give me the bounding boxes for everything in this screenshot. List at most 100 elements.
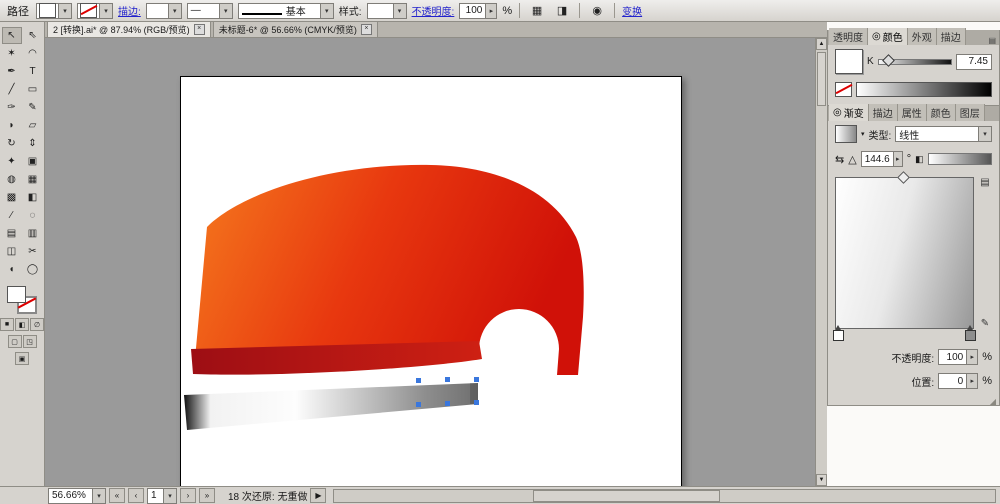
tool-13[interactable]: ⇕ [23, 135, 43, 152]
tool-22[interactable]: ▤ [2, 225, 22, 242]
document-tab-1[interactable]: 2 [转换].ai* @ 87.94% (RGB/预览) × [47, 21, 211, 37]
k-slider-thumb[interactable] [882, 54, 895, 67]
tool-11[interactable]: ▱ [23, 117, 43, 134]
angle-field[interactable]: 144.6 ▸ [861, 151, 903, 167]
tool-15[interactable]: ▣ [23, 153, 43, 170]
tool-16[interactable]: ◍ [2, 171, 22, 188]
opacity-field[interactable]: 100 ▸ [459, 3, 497, 19]
stepper-icon[interactable]: ▸ [485, 4, 496, 18]
tool-0[interactable]: ↖ [2, 27, 22, 44]
gradient-midpoint-marker[interactable] [897, 171, 910, 184]
selection-handle[interactable] [416, 378, 421, 383]
mini-gradient-ramp[interactable] [928, 153, 992, 165]
close-icon[interactable]: × [194, 24, 205, 35]
tool-3[interactable]: ◠ [23, 45, 43, 62]
tool-2[interactable]: ✶ [2, 45, 22, 62]
last-artboard-icon[interactable]: » [199, 488, 215, 503]
tool-18[interactable]: ▩ [2, 189, 22, 206]
zoom-dropdown[interactable]: 56.66% ▾ [48, 488, 106, 504]
tab-layers[interactable]: 图层 [956, 104, 985, 121]
gradient-type-dropdown[interactable]: 线性 ▾ [895, 126, 992, 142]
stepper-icon[interactable]: ▸ [966, 374, 977, 388]
fill-indicator-swatch[interactable] [7, 286, 26, 303]
options-page-icon[interactable]: ▤ [980, 177, 989, 188]
selection-handle[interactable] [474, 400, 479, 405]
selection-handle[interactable] [445, 377, 450, 382]
brush-definition-dropdown[interactable]: 基本 ▾ [238, 3, 334, 19]
tab-stroke-2[interactable]: 描边 [869, 104, 898, 121]
gradient-opacity-field[interactable]: 100 ▸ [938, 349, 978, 365]
gradient-stop-icon[interactable]: ◧ [915, 154, 924, 165]
opacity-link[interactable]: 不透明度: [412, 3, 455, 18]
scroll-down-icon[interactable]: ▼ [816, 474, 827, 486]
k-value-field[interactable]: 7.45 [956, 54, 992, 70]
k-slider[interactable] [878, 59, 952, 65]
graph-style-icon[interactable]: ▦ [527, 2, 547, 20]
tool-20[interactable]: ∕ [2, 207, 22, 224]
tool-26[interactable]: ◖ [2, 261, 22, 278]
eyedropper-icon[interactable]: ✎ [981, 318, 989, 329]
gradient-stop-left[interactable] [833, 330, 844, 341]
tool-10[interactable]: ◗ [2, 117, 22, 134]
tab-color[interactable]: ◎ 颜色 [868, 28, 908, 45]
red-shape-body[interactable] [195, 165, 584, 375]
tool-8[interactable]: ✑ [2, 99, 22, 116]
canvas[interactable] [45, 38, 815, 486]
gradient-ramp[interactable] [835, 177, 974, 329]
none-button[interactable]: ∅ [30, 318, 44, 331]
panel-menu-icon[interactable]: ▤ [985, 36, 999, 45]
tool-23[interactable]: ▥ [23, 225, 43, 242]
tool-25[interactable]: ✂ [23, 243, 43, 260]
horizontal-scroll-thumb[interactable] [533, 490, 720, 502]
tool-5[interactable]: T [23, 63, 43, 80]
reverse-gradient-icon[interactable]: ⇆ [835, 153, 844, 166]
tool-6[interactable]: ╱ [2, 81, 22, 98]
tool-7[interactable]: ▭ [23, 81, 43, 98]
tool-27[interactable]: ◯ [23, 261, 43, 278]
gradient-location-field[interactable]: 0 ▸ [938, 373, 978, 389]
vertical-scroll-thumb[interactable] [817, 52, 826, 106]
draw-normal-icon[interactable]: ▢ [8, 335, 22, 348]
document-tab-2[interactable]: 未标题-6* @ 56.66% (CMYK/预览) × [213, 21, 378, 37]
tool-21[interactable]: ◌ [23, 207, 43, 224]
tab-gradient[interactable]: ◎ 渐变 [829, 104, 869, 121]
silver-strip[interactable] [184, 383, 478, 430]
style-dropdown[interactable]: ▾ [367, 3, 407, 19]
previous-artboard-icon[interactable]: ‹ [128, 488, 144, 503]
stepper-icon[interactable]: ▸ [966, 350, 977, 364]
tool-12[interactable]: ↻ [2, 135, 22, 152]
next-artboard-icon[interactable]: › [180, 488, 196, 503]
horizontal-scrollbar[interactable] [333, 489, 996, 503]
gradient-fill-thumbnail[interactable] [835, 125, 857, 143]
tab-transparency[interactable]: 透明度 [829, 28, 868, 45]
gradient-stop-right[interactable] [965, 330, 976, 341]
fill-color-dropdown[interactable]: ▾ [36, 3, 72, 19]
close-icon[interactable]: × [361, 24, 372, 35]
draw-behind-icon[interactable]: ◳ [23, 335, 37, 348]
selection-handle[interactable] [445, 401, 450, 406]
vertical-scrollbar[interactable]: ▲ ▼ [815, 38, 827, 486]
shape-mode-icon[interactable]: ◨ [552, 2, 572, 20]
transform-link[interactable]: 变换 [622, 3, 642, 18]
selection-handle[interactable] [474, 377, 479, 382]
tool-24[interactable]: ◫ [2, 243, 22, 260]
gradient-button[interactable]: ◧ [15, 318, 29, 331]
panel-resize-grip[interactable]: ◢ [828, 397, 999, 405]
chevron-down-icon[interactable]: ▾ [861, 130, 865, 138]
fill-stroke-indicator[interactable] [7, 286, 37, 314]
status-menu-icon[interactable]: ▶ [310, 488, 326, 503]
scroll-up-icon[interactable]: ▲ [816, 38, 827, 50]
color-button[interactable]: ■ [0, 318, 14, 331]
current-color-swatch[interactable] [835, 49, 863, 74]
artboard[interactable] [180, 76, 682, 486]
tool-17[interactable]: ▦ [23, 171, 43, 188]
stroke-panel-link[interactable]: 描边: [118, 3, 141, 18]
selection-handle[interactable] [416, 402, 421, 407]
screen-mode-icon[interactable]: ▣ [15, 352, 29, 365]
tool-9[interactable]: ✎ [23, 99, 43, 116]
stroke-color-dropdown[interactable]: ▾ [77, 3, 113, 19]
tool-4[interactable]: ✒ [2, 63, 22, 80]
tool-19[interactable]: ◧ [23, 189, 43, 206]
tab-stroke[interactable]: 描边 [937, 28, 966, 45]
stroke-weight-dropdown[interactable]: ▾ [146, 3, 182, 19]
